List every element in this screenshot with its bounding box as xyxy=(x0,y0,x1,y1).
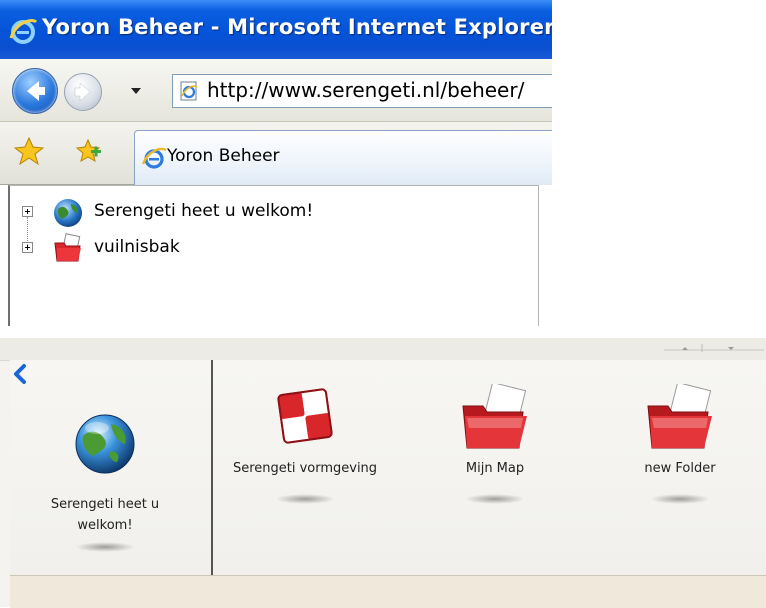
ie-logo-icon xyxy=(9,19,38,44)
red-folder-icon xyxy=(647,384,712,449)
back-arrow-icon xyxy=(27,81,45,101)
folder-item-label: new Folder xyxy=(644,461,716,476)
browser-tab[interactable]: Yoron Beheer xyxy=(134,130,552,185)
chevron-down-icon[interactable] xyxy=(128,83,144,99)
tree-item-label: Serengeti heet u welkom! xyxy=(94,201,314,221)
panel-body: Serengeti heet u welkom! Serengeti vormg… xyxy=(10,360,766,575)
globe-icon xyxy=(54,199,82,227)
window-title: Yoron Beheer - Microsoft Internet Explor… xyxy=(42,15,552,39)
browser-window: Yoron Beheer - Microsoft Internet Explor… xyxy=(0,0,552,326)
checkered-theme-icon xyxy=(277,388,333,444)
forward-arrow-icon xyxy=(74,82,91,102)
tree-connector xyxy=(27,217,29,245)
panel-header xyxy=(0,338,766,361)
folder-item[interactable]: new Folder xyxy=(600,382,760,522)
item-shadow xyxy=(75,542,135,552)
red-folder-icon xyxy=(54,233,81,262)
tree-view: Serengeti heet u welkom! vuilnisbak xyxy=(0,185,552,326)
ie-page-icon xyxy=(180,81,198,101)
ie-logo-icon xyxy=(141,147,167,169)
back-button[interactable] xyxy=(12,68,58,114)
folder-item[interactable]: Serengeti vormgeving xyxy=(215,382,395,522)
navigation-bar: http://www.serengeti.nl/beheer/ xyxy=(0,59,552,122)
current-folder[interactable]: Serengeti heet u welkom! xyxy=(25,412,185,552)
item-shadow xyxy=(465,494,525,504)
folder-item[interactable]: Mijn Map xyxy=(415,382,575,522)
folder-item-label: Mijn Map xyxy=(465,461,525,476)
globe-icon xyxy=(75,414,135,474)
add-favorite-icon[interactable] xyxy=(74,136,104,166)
favorites-star-icon[interactable] xyxy=(14,136,44,166)
tab-label: Yoron Beheer xyxy=(167,146,280,166)
item-shadow xyxy=(275,494,335,504)
red-folder-icon xyxy=(462,384,527,449)
expand-toggle[interactable] xyxy=(22,206,33,217)
folder-item-label: Serengeti vormgeving xyxy=(232,461,378,476)
address-bar[interactable]: http://www.serengeti.nl/beheer/ xyxy=(172,74,552,108)
panel-divider xyxy=(211,360,213,575)
scroll-control[interactable] xyxy=(664,340,764,354)
tree-item-label: vuilnisbak xyxy=(94,237,180,257)
item-shadow xyxy=(650,494,710,504)
current-folder-label: Serengeti heet u welkom! xyxy=(50,497,160,533)
title-bar: Yoron Beheer - Microsoft Internet Explor… xyxy=(0,0,552,59)
admin-panel: Serengeti heet u welkom! Serengeti vormg… xyxy=(0,338,766,608)
tab-bar: Yoron Beheer xyxy=(0,122,552,185)
address-url[interactable]: http://www.serengeti.nl/beheer/ xyxy=(207,78,524,102)
forward-button[interactable] xyxy=(64,73,102,111)
panel-footer xyxy=(10,575,766,608)
back-arrow-icon[interactable] xyxy=(10,363,32,385)
